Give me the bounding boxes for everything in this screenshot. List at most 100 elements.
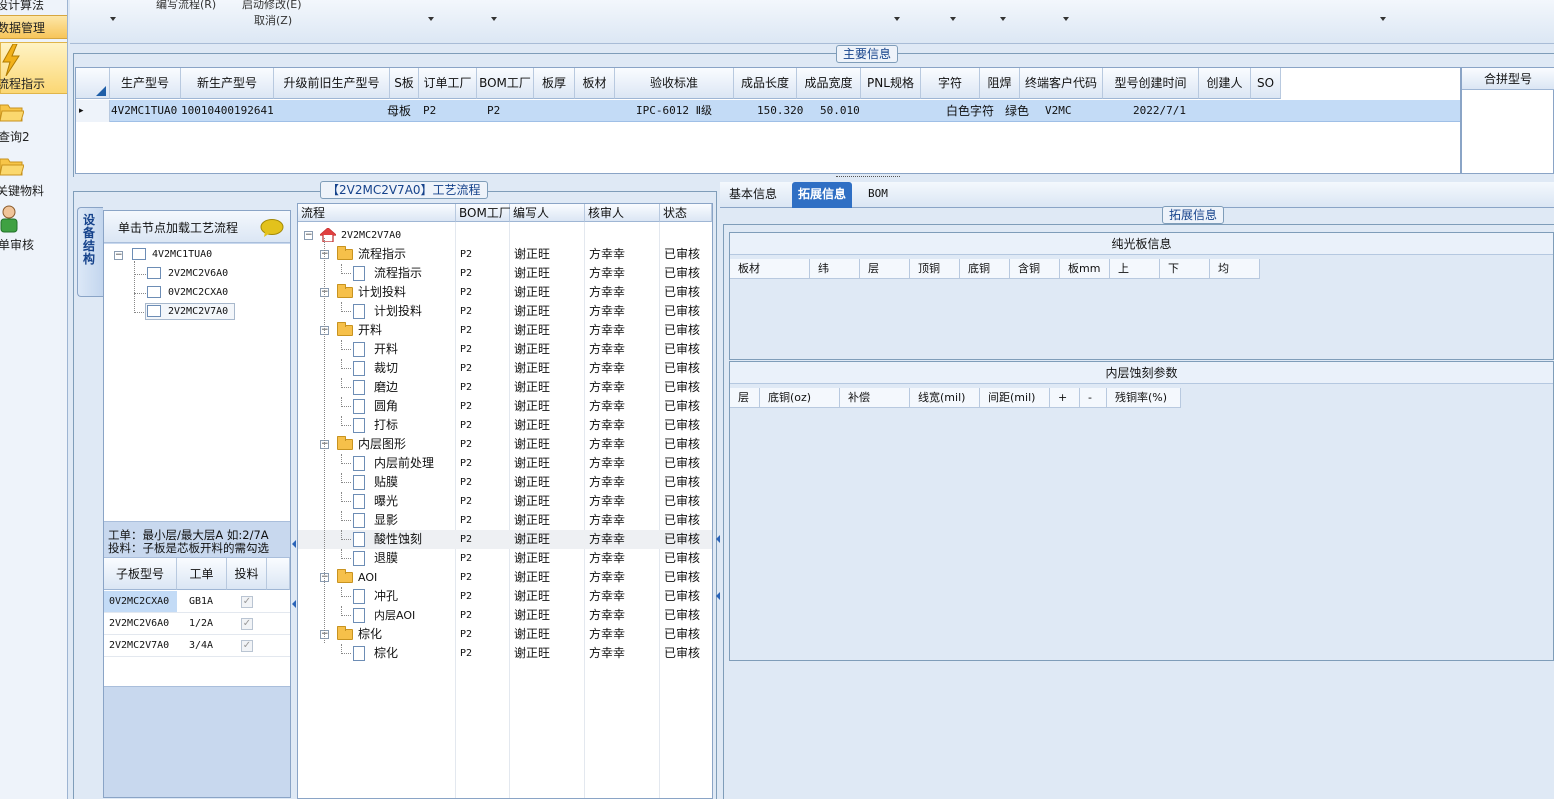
nav-item-key-material[interactable]: 关键物料 [0,182,44,199]
flow-bom: P2 [460,287,473,298]
collapse-icon[interactable]: − [304,231,313,240]
cell-bom-factory: P2 [487,104,501,117]
chevron-down-icon[interactable] [428,17,434,21]
flow-row[interactable]: − 流程指示 P2 谢正旺 方幸幸 已审核 [298,245,712,264]
feed-checkbox[interactable]: ✓ [241,640,253,652]
flow-row[interactable]: 磨边 P2 谢正旺 方幸幸 已审核 [298,378,712,397]
flow-row[interactable]: − 内层图形 P2 谢正旺 方幸幸 已审核 [298,435,712,454]
flow-row[interactable]: 圆角 P2 谢正旺 方幸幸 已审核 [298,397,712,416]
flow-reviewer: 方幸幸 [589,285,626,299]
tab-basic-info[interactable]: 基本信息 [723,182,783,208]
flow-row[interactable]: 显影 P2 谢正旺 方幸幸 已审核 [298,511,712,530]
chevron-down-icon[interactable] [950,17,956,21]
column-header[interactable]: 验收标准 [615,68,734,99]
flow-row[interactable]: 退膜 P2 谢正旺 方幸幸 已审核 [298,549,712,568]
column-header[interactable]: 板材 [575,68,615,99]
flow-row[interactable]: 酸性蚀刻 P2 谢正旺 方幸幸 已审核 [298,530,712,549]
cell-width: 50.010 [820,104,860,117]
sub-col-model: 子板型号 [104,558,177,590]
table-row[interactable]: ▸ 4V2MC1TUA0 10010400192641 母板 P2 P2 IPC… [76,100,1460,122]
table-row[interactable]: 2V2MC2V7A0 3/4A ✓ [104,635,290,657]
flow-row[interactable]: 流程指示 P2 谢正旺 方幸幸 已审核 [298,264,712,283]
document-icon [353,494,365,509]
column-header[interactable]: PNL规格 [861,68,921,99]
flow-row[interactable]: − 棕化 P2 谢正旺 方幸幸 已审核 [298,625,712,644]
nav-item-query2[interactable]: 查询2 [0,128,30,145]
flow-bom: P2 [460,572,473,583]
tab-bom[interactable]: BOM [862,182,894,208]
cell-s-board: 母板 [387,104,412,118]
edit-flow-button[interactable]: 编写流程(R) [156,0,216,12]
chevron-down-icon[interactable] [1000,17,1006,21]
feed-checkbox[interactable]: ✓ [241,596,253,608]
flow-row[interactable]: 裁切 P2 谢正旺 方幸幸 已审核 [298,359,712,378]
flow-status: 已审核 [664,361,701,375]
column-header[interactable]: 终端客户代码 [1020,68,1103,99]
flow-row[interactable]: 内层AOI P2 谢正旺 方幸幸 已审核 [298,606,712,625]
column-header[interactable]: 型号创建时间 [1103,68,1199,99]
tree-node-root[interactable]: 4V2MC1TUA0 [152,249,212,260]
nav-item-data-management[interactable]: 数据管理 [0,15,67,39]
column-header[interactable]: 板厚 [534,68,575,99]
column-header[interactable]: 生产型号 [110,68,181,99]
collapse-arrow-icon[interactable] [292,600,296,608]
flow-bom: P2 [460,439,473,450]
flow-bom: P2 [460,363,473,374]
flow-row[interactable]: 冲孔 P2 谢正旺 方幸幸 已审核 [298,587,712,606]
column-header[interactable]: SO [1251,68,1281,99]
tree-node-child[interactable]: 0V2MC2CXA0 [168,287,228,298]
tree-node-child[interactable]: 2V2MC2V7A0 [168,306,228,317]
column-header[interactable]: BOM工厂 [477,68,534,99]
column-header: 纬 [810,259,860,279]
flow-row[interactable]: 计划投料 P2 谢正旺 方幸幸 已审核 [298,302,712,321]
flow-row[interactable]: 贴膜 P2 谢正旺 方幸幸 已审核 [298,473,712,492]
flow-step-name: 内层图形 [358,437,407,451]
flow-root-row[interactable]: − 2V2MC2V7A0 [298,226,712,245]
flow-row[interactable]: 开料 P2 谢正旺 方幸幸 已审核 [298,340,712,359]
column-header[interactable]: 成品长度 [734,68,797,99]
collapse-icon[interactable]: − [114,251,123,260]
tree-line [341,302,351,312]
column-header[interactable]: 新生产型号 [181,68,274,99]
chevron-down-icon[interactable] [894,17,900,21]
chevron-down-icon[interactable] [1380,17,1386,21]
chevron-down-icon[interactable] [491,17,497,21]
chevron-down-icon[interactable] [1063,17,1069,21]
tab-extended-info[interactable]: 拓展信息 [792,182,853,208]
tree-node-child[interactable]: 2V2MC2V6A0 [168,268,228,279]
table-row[interactable]: 0V2MC2CXA0 GB1A ✓ [104,591,290,613]
hint-text: 单击节点加载工艺流程 [118,221,239,235]
flow-row[interactable]: 棕化 P2 谢正旺 方幸幸 已审核 [298,644,712,663]
tab-device-structure[interactable]: 设备结构 [77,207,103,297]
sub-col-feed: 投料 [227,558,267,590]
table-row[interactable]: 2V2MC2V6A0 1/2A ✓ [104,613,290,635]
column-header[interactable]: 阻焊 [980,68,1020,99]
column-header[interactable]: 升级前旧生产型号 [274,68,390,99]
column-header[interactable]: 成品宽度 [797,68,861,99]
flow-row[interactable]: 内层前处理 P2 谢正旺 方幸幸 已审核 [298,454,712,473]
cell-sub-model: 2V2MC2V6A0 [109,618,170,629]
column-header[interactable]: S板 [390,68,419,99]
nav-item-order-review[interactable]: 单审核 [0,236,34,253]
flow-bom: P2 [460,382,473,393]
flow-row[interactable]: − 计划投料 P2 谢正旺 方幸幸 已审核 [298,283,712,302]
feed-checkbox[interactable]: ✓ [241,618,253,630]
cancel-button[interactable]: 取消(Z) [254,12,292,28]
flow-row[interactable]: − AOI P2 谢正旺 方幸幸 已审核 [298,568,712,587]
nav-item-flow-indicator-bg[interactable]: 流程指示 [0,42,67,94]
flow-writer: 谢正旺 [514,285,551,299]
document-icon [353,513,365,528]
tab-device-structure-label: 设备结构 [83,213,96,266]
nav-item-design-algorithm[interactable]: 设计算法 [0,0,44,13]
start-modify-button[interactable]: 启动修改(E) [242,0,302,12]
flow-row[interactable]: 打标 P2 谢正旺 方幸幸 已审核 [298,416,712,435]
splitter-handle[interactable] [836,176,900,180]
collapse-arrow-icon[interactable] [292,540,296,548]
document-icon [353,380,365,395]
chevron-down-icon[interactable] [110,17,116,21]
column-header[interactable]: 订单工厂 [419,68,477,99]
column-header[interactable]: 创建人 [1199,68,1251,99]
flow-row[interactable]: − 开料 P2 谢正旺 方幸幸 已审核 [298,321,712,340]
column-header[interactable]: 字符 [921,68,980,99]
flow-row[interactable]: 曝光 P2 谢正旺 方幸幸 已审核 [298,492,712,511]
